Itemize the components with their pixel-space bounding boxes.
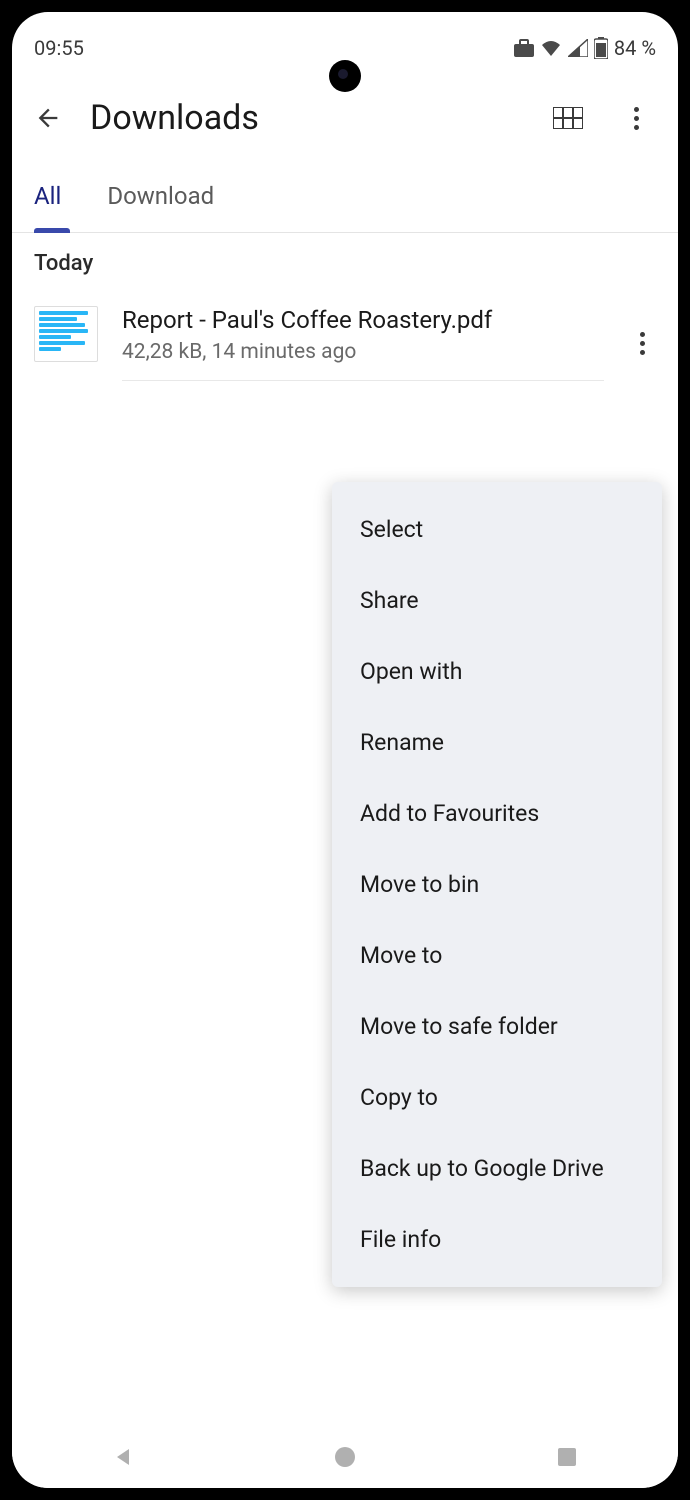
grid-icon xyxy=(553,107,583,129)
context-menu: Select Share Open with Rename Add to Fav… xyxy=(332,482,662,1287)
grid-view-button[interactable] xyxy=(548,98,588,138)
battery-icon xyxy=(594,37,608,59)
menu-add-favourites[interactable]: Add to Favourites xyxy=(332,778,662,849)
signal-icon xyxy=(568,39,588,57)
phone-frame: 09:55 84 % Downloads xyxy=(0,0,690,1500)
briefcase-icon xyxy=(514,39,534,57)
nav-recent[interactable] xyxy=(542,1432,592,1482)
tabs: All Download xyxy=(12,156,678,233)
file-row[interactable]: Report - Paul's Coffee Roastery.pdf 42,2… xyxy=(12,286,678,381)
menu-rename[interactable]: Rename xyxy=(332,707,662,778)
arrow-left-icon xyxy=(34,104,62,132)
wifi-icon xyxy=(540,39,562,57)
menu-move-safe[interactable]: Move to safe folder xyxy=(332,991,662,1062)
square-recent-icon xyxy=(556,1446,578,1468)
file-info: Report - Paul's Coffee Roastery.pdf 42,2… xyxy=(122,306,604,381)
phone-bezel: 09:55 84 % Downloads xyxy=(8,8,682,1492)
back-button[interactable] xyxy=(34,104,62,132)
clock: 09:55 xyxy=(34,36,84,60)
file-meta: 42,28 kB, 14 minutes ago xyxy=(122,340,604,364)
more-options-button[interactable] xyxy=(616,98,656,138)
battery-percent: 84 % xyxy=(614,36,656,60)
nav-home[interactable] xyxy=(320,1432,370,1482)
screen: 09:55 84 % Downloads xyxy=(12,12,678,1488)
file-thumbnail xyxy=(34,306,98,362)
nav-back[interactable] xyxy=(98,1432,148,1482)
nav-bar xyxy=(12,1426,678,1488)
menu-file-info[interactable]: File info xyxy=(332,1204,662,1275)
camera-notch xyxy=(329,60,361,92)
page-title: Downloads xyxy=(90,98,520,138)
tab-all[interactable]: All xyxy=(34,182,61,232)
more-vertical-icon xyxy=(634,107,639,130)
more-vertical-icon xyxy=(640,332,645,355)
menu-open-with[interactable]: Open with xyxy=(332,636,662,707)
circle-home-icon xyxy=(333,1445,357,1469)
file-name: Report - Paul's Coffee Roastery.pdf xyxy=(122,306,604,334)
file-more-button[interactable] xyxy=(628,324,656,364)
menu-backup-drive[interactable]: Back up to Google Drive xyxy=(332,1133,662,1204)
section-today: Today xyxy=(12,233,678,286)
status-right: 84 % xyxy=(514,36,656,60)
menu-select[interactable]: Select xyxy=(332,494,662,565)
triangle-back-icon xyxy=(111,1445,135,1469)
menu-share[interactable]: Share xyxy=(332,565,662,636)
menu-move-to[interactable]: Move to xyxy=(332,920,662,991)
menu-copy-to[interactable]: Copy to xyxy=(332,1062,662,1133)
tab-download[interactable]: Download xyxy=(107,182,214,232)
menu-move-bin[interactable]: Move to bin xyxy=(332,849,662,920)
